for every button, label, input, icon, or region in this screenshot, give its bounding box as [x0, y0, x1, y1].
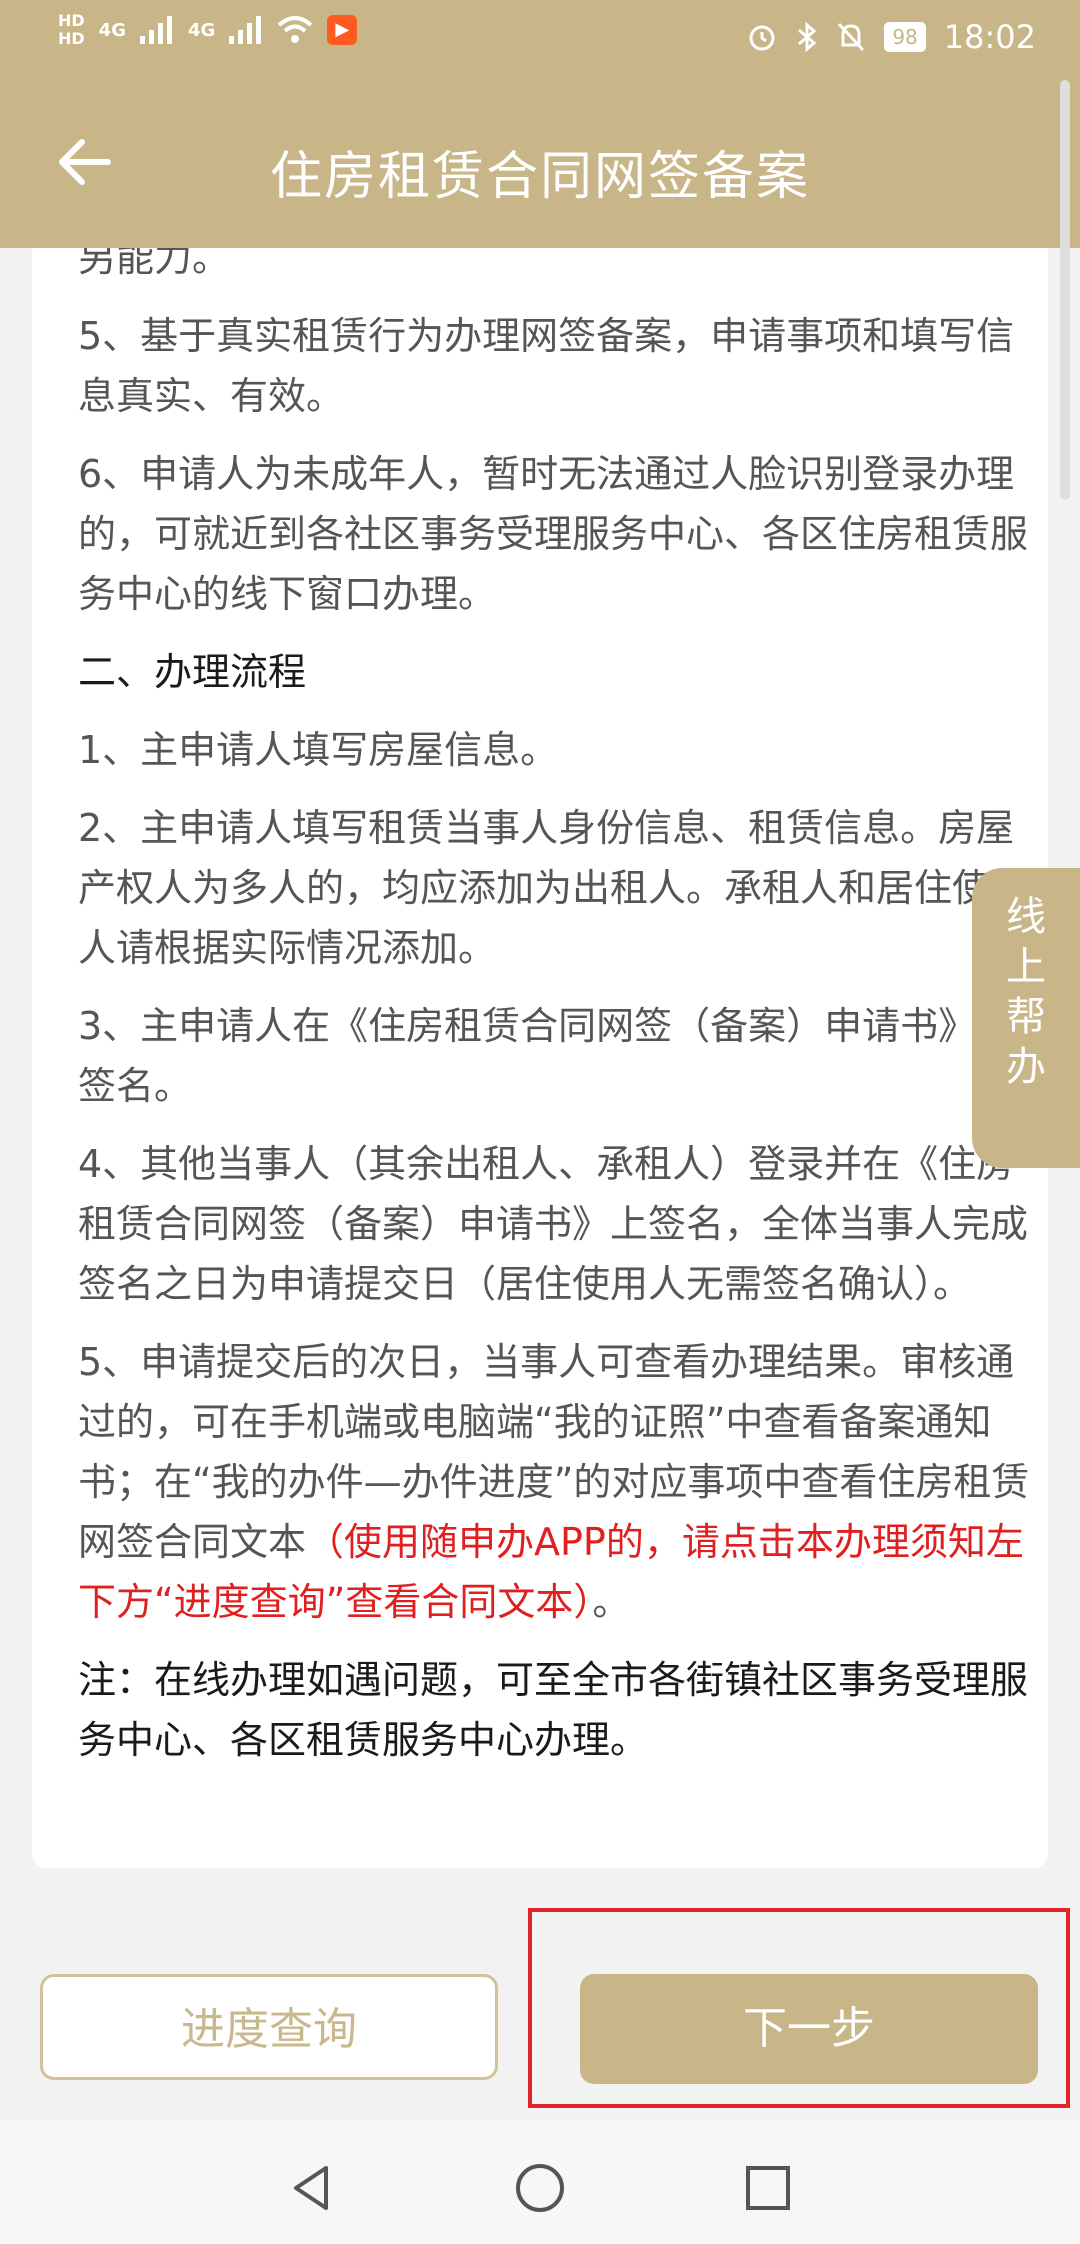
wifi-icon	[277, 16, 313, 43]
note-text: 注：在线办理如遇问题，可至全市各街镇社区事务受理服务中心、各区租赁服务中心办理。	[78, 1658, 1029, 1762]
step-2: 2、主申请人填写租赁当事人身份信息、租赁信息。房屋产权人为多人的，均应添加为出租…	[78, 806, 1029, 970]
sim2-label: 4G	[187, 19, 216, 41]
progress-query-button[interactable]: 进度查询	[40, 1974, 498, 2080]
hd-top-label: HD	[58, 11, 85, 30]
step-1: 1、主申请人填写房屋信息。	[78, 728, 559, 772]
hd-indicator: HD HD	[58, 12, 85, 48]
signal-icon	[229, 16, 262, 44]
alarm-icon	[749, 25, 775, 51]
status-bar-right: 98 18:02	[746, 18, 1036, 56]
mute-bell-icon	[838, 22, 865, 52]
step-3: 3、主申请人在《住房租赁合同网签（备案）申请书》上签名。	[78, 1004, 1015, 1108]
signal-icon	[139, 16, 172, 44]
system-nav-bar	[0, 2120, 1080, 2244]
home-circle-icon[interactable]	[512, 2160, 568, 2216]
bluetooth-icon	[798, 21, 817, 53]
paragraph-item-6: 6、申请人为未成年人，暂时无法通过人脸识别登录办理的，可就近到各社区事务受理服务…	[78, 452, 1029, 616]
back-triangle-icon[interactable]	[284, 2160, 340, 2216]
step-5: 5、申请提交后的次日，当事人可查看办理结果。审核通过的，可在手机端或电脑端“我的…	[78, 1332, 1038, 1632]
page-title: 住房租赁合同网签备案	[269, 147, 810, 207]
clock: 18:02	[943, 18, 1036, 56]
notice-text: 另能力。 5、基于真实租赁行为办理网签备案，申请事项和填写信息真实、有效。 6、…	[78, 248, 1038, 1770]
status-bar: HD HD 4G 4G ▶ 98 18:02	[0, 0, 1080, 80]
paragraph-partial: 另能力。	[78, 248, 231, 280]
sim1-label: 4G	[98, 19, 126, 41]
notice-content: 另能力。 5、基于真实租赁行为办理网签备案，申请事项和填写信息真实、有效。 6、…	[32, 248, 1048, 1868]
step-5-end: 。	[592, 1580, 631, 1624]
battery-indicator: 98	[884, 22, 926, 52]
status-bar-left: HD HD 4G 4G ▶	[58, 12, 358, 48]
highlight-box	[528, 1908, 1070, 2108]
paragraph-item-5: 5、基于真实租赁行为办理网签备案，申请事项和填写信息真实、有效。	[78, 314, 1015, 418]
online-help-tab[interactable]: 线上帮办	[972, 868, 1080, 1168]
hd-bottom-label: HD	[58, 29, 85, 48]
recents-square-icon[interactable]	[740, 2160, 796, 2216]
step-4: 4、其他当事人（其余出租人、承租人）登录并在《住房租赁合同网签（备案）申请书》上…	[78, 1142, 1029, 1306]
top-bar: HD HD 4G 4G ▶ 98 18:02 住房租赁合同网签备案	[0, 0, 1080, 248]
video-app-icon: ▶	[327, 15, 358, 45]
section-heading: 二、办理流程	[78, 650, 307, 694]
online-help-label: 线上帮办	[1006, 894, 1046, 1090]
app-header: 住房租赁合同网签备案	[0, 100, 1080, 230]
scrollbar[interactable]	[1060, 80, 1070, 500]
